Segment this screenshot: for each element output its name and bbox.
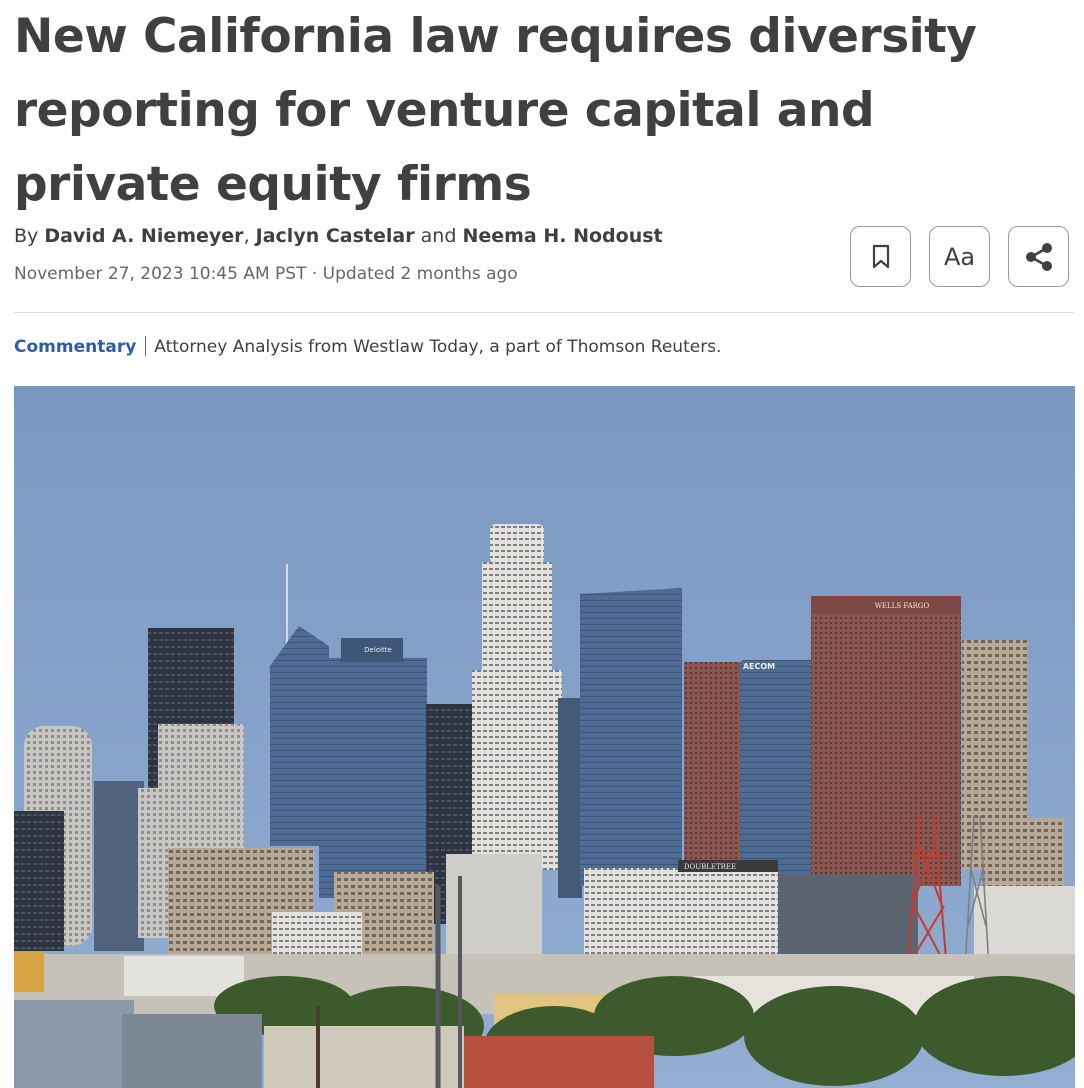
share-button[interactable] bbox=[1008, 226, 1069, 287]
kicker-description: Attorney Analysis from Westlaw Today, a … bbox=[154, 337, 722, 357]
building bbox=[94, 781, 144, 951]
byline-separator: , bbox=[243, 225, 256, 247]
building bbox=[464, 1036, 654, 1088]
article-actions: Aa bbox=[850, 226, 1069, 287]
building bbox=[580, 588, 682, 886]
commentary-tag-link[interactable]: Commentary bbox=[14, 337, 136, 357]
header-divider bbox=[14, 312, 1074, 313]
hero-image-los-angeles-skyline[interactable]: Deloitte AECOM WELLS FARGO DOUBLETREE bbox=[14, 386, 1075, 1088]
building bbox=[811, 596, 961, 886]
article-kicker: Commentary Attorney Analysis from Westlaw… bbox=[14, 334, 721, 360]
bookmark-icon bbox=[872, 244, 889, 268]
building bbox=[14, 952, 44, 992]
bookmark-button[interactable] bbox=[850, 226, 911, 287]
building bbox=[122, 1014, 262, 1088]
byline-prefix: By bbox=[14, 225, 45, 247]
dateline: November 27, 2023 10:45 AM PST · Updated… bbox=[14, 264, 518, 284]
text-size-button[interactable]: Aa bbox=[929, 226, 990, 287]
building bbox=[482, 562, 552, 672]
skyline-illustration: Deloitte AECOM WELLS FARGO DOUBLETREE bbox=[14, 386, 1075, 1088]
building bbox=[558, 698, 582, 898]
byline: By David A. Niemeyer, Jaclyn Castelar an… bbox=[14, 222, 663, 250]
building-sign-aecom: AECOM bbox=[743, 662, 775, 671]
author-link-castelar[interactable]: Jaclyn Castelar bbox=[256, 225, 415, 247]
building bbox=[14, 811, 64, 951]
article-headline: New California law requires diversity re… bbox=[14, 9, 977, 212]
building-sign-doubletree: DOUBLETREE bbox=[684, 863, 736, 871]
building bbox=[490, 524, 544, 564]
share-icon bbox=[1025, 242, 1052, 271]
author-link-niemeyer[interactable]: David A. Niemeyer bbox=[44, 225, 243, 247]
author-link-nodoust[interactable]: Neema H. Nodoust bbox=[462, 225, 662, 247]
building bbox=[472, 670, 562, 870]
byline-separator: and bbox=[414, 225, 463, 247]
kicker-separator bbox=[145, 336, 147, 356]
building bbox=[14, 1000, 134, 1088]
building bbox=[319, 658, 427, 898]
text-size-label: Aa bbox=[943, 242, 976, 271]
building bbox=[264, 1026, 464, 1088]
building-sign-deloitte: Deloitte bbox=[364, 646, 392, 654]
building-sign-wells-fargo: WELLS FARGO bbox=[875, 602, 930, 610]
building bbox=[684, 662, 746, 882]
